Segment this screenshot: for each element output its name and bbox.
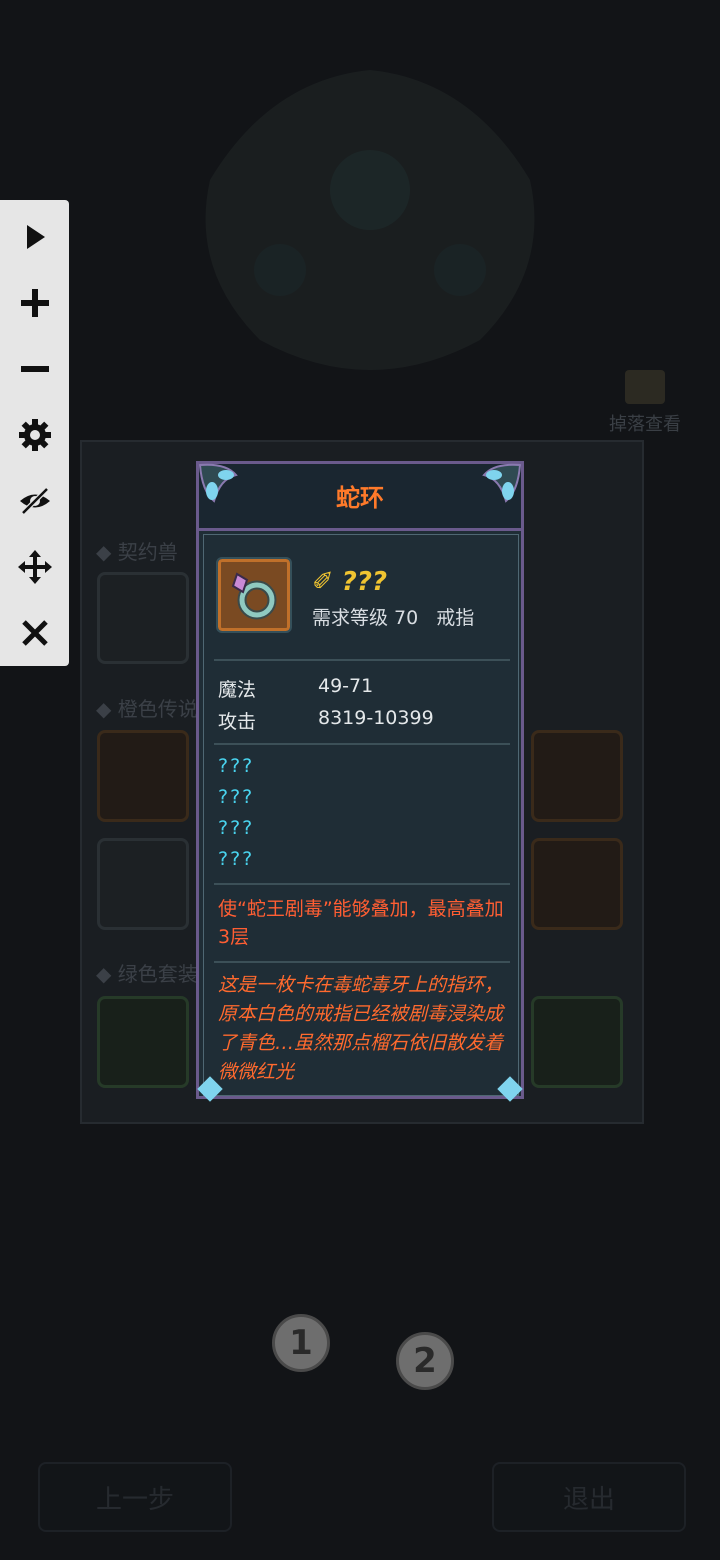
step-marker-2: 2 [396,1332,454,1390]
item-icon-frame [216,557,292,633]
divider [214,883,510,885]
close-icon [21,620,48,646]
unknown-affix: ??? [218,786,255,808]
minus-icon [20,366,49,372]
prev-step-button[interactable]: 上一步 [38,1462,232,1532]
section-orange-legend: ◆ 橙色传说 [96,697,198,721]
move-icon [17,550,52,584]
eye-off-icon [19,487,50,515]
drop-view-label: 掉落查看 [609,414,681,435]
hide-button[interactable] [0,472,69,530]
settings-button[interactable] [0,406,69,464]
ring-icon [231,572,277,620]
quality-name: ??? [341,567,388,597]
corner-ornament-icon [482,463,522,503]
stat-label-magic: 魔法 [218,679,257,701]
item-requirement: 需求等级 70 戒指 [312,603,474,630]
special-effect-text: 使“蛇王剧毒”能够叠加，最高叠加3层 [218,898,504,948]
drop-view-button[interactable]: 掉落查看 [600,370,690,436]
equipment-slot[interactable] [97,996,189,1088]
stat-label-attack: 攻击 [218,711,257,733]
unknown-affix: ??? [218,817,255,839]
equipment-slot[interactable] [97,730,189,822]
floating-toolbar [0,200,69,666]
divider [214,961,510,963]
close-toolbar-button[interactable] [0,604,69,662]
plus-icon [20,289,49,317]
corner-ornament-icon [198,463,238,503]
section-contract-beast: ◆ 契约兽 [96,540,178,564]
zoom-out-button[interactable] [0,340,69,398]
stat-value-magic: 49-71 [318,675,374,697]
equipment-slot[interactable] [531,730,623,822]
divider [214,743,510,745]
step-marker-1: 1 [272,1314,330,1372]
unknown-affix: ??? [218,848,255,870]
item-type: 戒指 [436,607,475,629]
stat-value-attack: 8319-10399 [318,707,434,729]
zoom-in-button[interactable] [0,274,69,332]
equipment-slot[interactable] [97,838,189,930]
gear-icon [18,419,51,451]
quality-pin-icon: ✐ [312,567,334,597]
card-body: ✐??? 需求等级 70 戒指 魔法 49-71 攻击 8319-10399 ??… [203,534,519,1096]
level-requirement: 需求等级 70 [312,607,419,629]
equipment-slot[interactable] [531,838,623,930]
play-icon [26,225,45,249]
exit-button[interactable]: 退出 [492,1462,686,1532]
item-lore-text: 这是一枚卡在毒蛇毒牙上的指环，原本白色的戒指已经被剧毒浸染成了青色…虽然那点榴石… [218,974,504,1083]
section-green-set: ◆ 绿色套装 [96,962,198,986]
item-quality: ✐??? [312,567,387,597]
book-icon [625,370,665,404]
move-button[interactable] [0,538,69,596]
equipment-slot[interactable] [97,572,189,664]
boss-silhouette [205,70,535,370]
item-tooltip-card: 蛇环 ✐??? 需求等级 70 戒指 魔法 49-71 攻击 8319-10399 [196,461,524,1102]
divider [214,659,510,661]
equipment-slot[interactable] [531,996,623,1088]
unknown-affix: ??? [218,755,255,777]
play-button[interactable] [0,208,69,266]
